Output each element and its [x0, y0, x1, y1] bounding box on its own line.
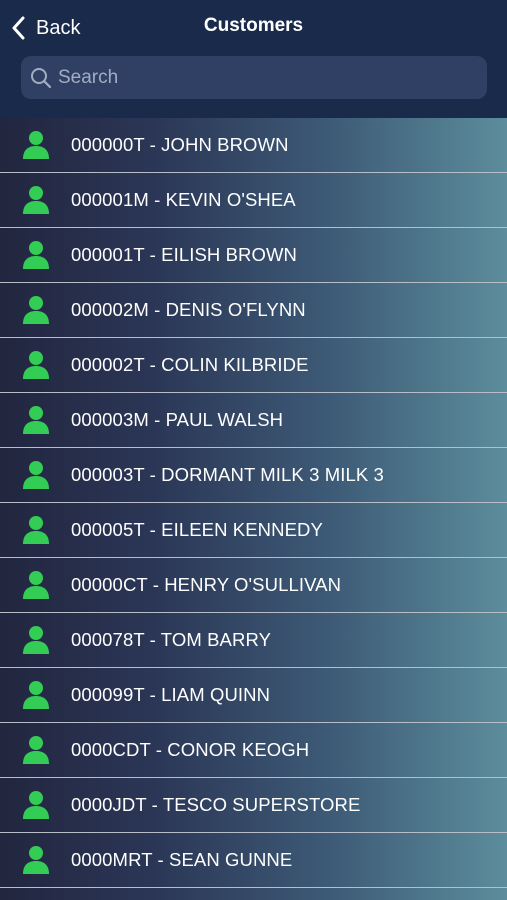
customer-row[interactable]: 0000CDT - CONOR KEOGH — [0, 723, 507, 778]
person-icon — [22, 405, 50, 435]
customer-name: 000001T - EILISH BROWN — [71, 244, 297, 265]
person-icon — [22, 130, 50, 160]
person-icon — [22, 350, 50, 380]
customer-row[interactable]: 000000T - JOHN BROWN — [0, 118, 507, 173]
customer-row[interactable]: 000005T - EILEEN KENNEDY — [0, 503, 507, 558]
customer-row[interactable]: 00000CT - HENRY O'SULLIVAN — [0, 558, 507, 613]
customer-row[interactable]: 0000JDT - TESCO SUPERSTORE — [0, 778, 507, 833]
customer-row[interactable]: 000002T - COLIN KILBRIDE — [0, 338, 507, 393]
customer-name: 000002M - DENIS O'FLYNN — [71, 299, 306, 320]
customer-name: 000001M - KEVIN O'SHEA — [71, 189, 296, 210]
customer-name: 00000CT - HENRY O'SULLIVAN — [71, 574, 342, 595]
customer-row[interactable]: 0000MRT - SEAN GUNNE — [0, 833, 507, 888]
person-icon — [22, 295, 50, 325]
customer-row[interactable]: 000002M - DENIS O'FLYNN — [0, 283, 507, 338]
customer-row[interactable]: 000078T - TOM BARRY — [0, 613, 507, 668]
person-icon — [22, 570, 50, 600]
customer-row[interactable]: 000001M - KEVIN O'SHEA — [0, 173, 507, 228]
person-icon — [22, 790, 50, 820]
customer-row[interactable]: 000099T - LIAM QUINN — [0, 668, 507, 723]
customer-row[interactable] — [0, 888, 507, 900]
customer-name: 0000MRT - SEAN GUNNE — [71, 849, 293, 870]
person-icon — [22, 625, 50, 655]
customer-name: 000003M - PAUL WALSH — [71, 409, 284, 430]
person-icon — [22, 515, 50, 545]
customer-name: 000002T - COLIN KILBRIDE — [71, 354, 309, 375]
search-icon — [29, 66, 53, 90]
customer-name: 000005T - EILEEN KENNEDY — [71, 519, 323, 540]
customer-row[interactable]: 000003M - PAUL WALSH — [0, 393, 507, 448]
customer-name: 000003T - DORMANT MILK 3 MILK 3 — [71, 464, 384, 485]
person-icon — [22, 845, 50, 875]
search-bar[interactable] — [21, 56, 487, 99]
page-title: Customers — [203, 15, 304, 36]
person-icon — [22, 735, 50, 765]
person-icon — [22, 460, 50, 490]
person-icon — [22, 185, 50, 215]
customer-name: 0000JDT - TESCO SUPERSTORE — [71, 794, 361, 815]
customer-name: 000078T - TOM BARRY — [71, 629, 272, 650]
person-icon — [22, 680, 50, 710]
customer-row[interactable]: 000003T - DORMANT MILK 3 MILK 3 — [0, 448, 507, 503]
search-input[interactable] — [58, 62, 458, 93]
customer-name: 000099T - LIAM QUINN — [71, 684, 271, 705]
customer-row[interactable]: 000001T - EILISH BROWN — [0, 228, 507, 283]
person-icon — [22, 240, 50, 270]
navigation-bar: Back Customers — [0, 0, 507, 118]
customer-name: 0000CDT - CONOR KEOGH — [71, 739, 310, 760]
customer-list: 000000T - JOHN BROWN 000001M - KEVIN O'S… — [0, 118, 507, 900]
customer-name: 000000T - JOHN BROWN — [71, 134, 289, 155]
